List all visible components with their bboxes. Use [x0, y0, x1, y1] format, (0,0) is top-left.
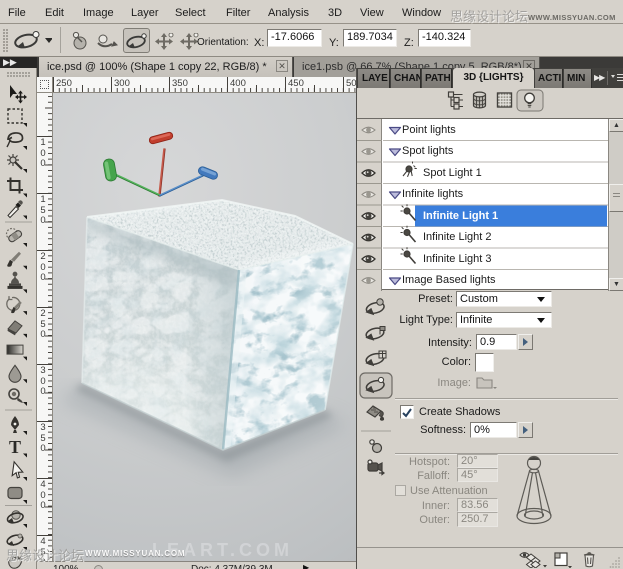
- svg-text:T: T: [9, 437, 21, 457]
